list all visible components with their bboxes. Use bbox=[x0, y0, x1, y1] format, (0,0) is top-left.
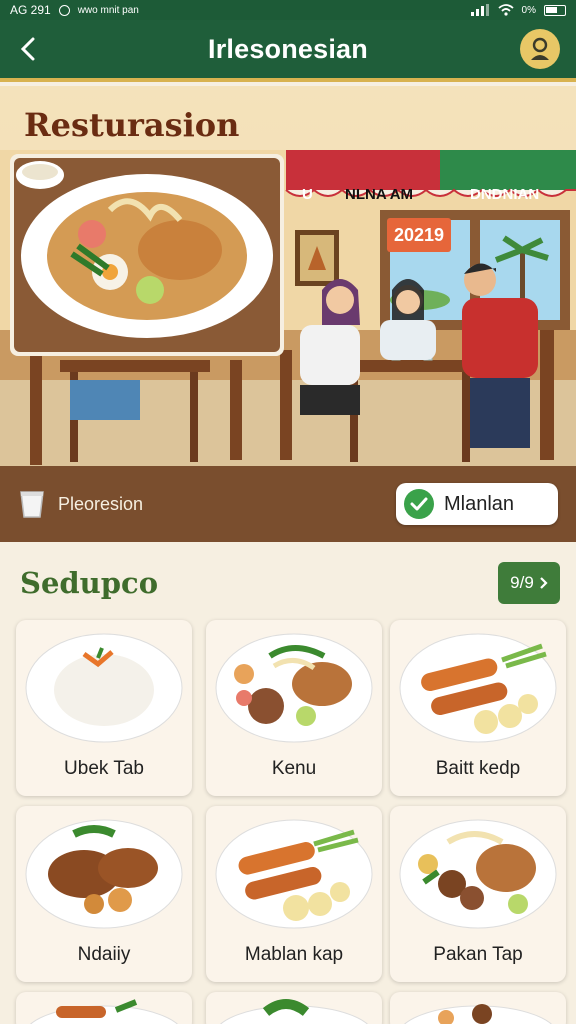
dish-image bbox=[403, 1004, 553, 1024]
hero-bar-label: Pleoresion bbox=[58, 493, 144, 514]
back-arrow-icon bbox=[20, 37, 35, 61]
status-time: AG 291 bbox=[10, 3, 51, 17]
awning-text-left: U bbox=[302, 186, 313, 203]
dish-image bbox=[399, 633, 557, 743]
section-title: Sedupco bbox=[20, 566, 159, 600]
dish-card[interactable]: Mablan kap bbox=[206, 806, 382, 982]
hero-action-bar: Pleoresion Mlanlan bbox=[0, 466, 576, 542]
profile-button[interactable] bbox=[520, 29, 560, 69]
awning-text-middle: NLNA AM bbox=[345, 186, 414, 203]
dish-name: Pakan Tap bbox=[433, 944, 523, 965]
chevron-right-icon bbox=[540, 577, 548, 589]
signal-icon bbox=[470, 4, 489, 16]
pager-label: 9/9 bbox=[510, 573, 534, 592]
dish-card[interactable] bbox=[16, 992, 192, 1024]
dish-name: Kenu bbox=[271, 758, 317, 779]
dish-card[interactable] bbox=[390, 992, 566, 1024]
dish-image bbox=[25, 633, 183, 743]
awning-text-right: DNDNIAN bbox=[470, 186, 540, 203]
sync-icon bbox=[58, 4, 70, 16]
dish-image bbox=[215, 819, 373, 929]
dish-name: Ubek Tab bbox=[64, 758, 144, 779]
dish-card[interactable]: Kenu bbox=[206, 620, 382, 796]
battery-icon bbox=[544, 4, 566, 16]
dish-name: Mablan kap bbox=[244, 944, 344, 965]
status-bar: AG 291 wwo mnit pan 0% bbox=[0, 0, 576, 20]
app-title: Irlesonesian bbox=[208, 33, 368, 64]
menu-button-label: Mlanlan bbox=[444, 492, 515, 515]
back-button[interactable] bbox=[0, 18, 56, 80]
app-bar: Irlesonesian bbox=[0, 20, 576, 82]
dish-image bbox=[29, 999, 179, 1024]
dish-card[interactable]: Pakan Tap bbox=[390, 806, 566, 982]
dish-image bbox=[215, 633, 373, 743]
dish-image bbox=[25, 819, 183, 929]
dish-card[interactable]: Ubek Tab bbox=[16, 620, 192, 796]
dish-image bbox=[219, 999, 369, 1024]
pager-button[interactable]: 9/9 bbox=[498, 562, 560, 604]
wifi-icon bbox=[497, 4, 514, 16]
dish-image bbox=[399, 819, 557, 929]
menu-button[interactable]: Mlanlan bbox=[396, 483, 558, 525]
dish-name: Ndaiiy bbox=[77, 944, 131, 965]
hero-title: Resturasion bbox=[24, 106, 240, 144]
status-carrier: wwo mnit pan bbox=[77, 4, 139, 16]
dish-card[interactable]: Baitt kedp bbox=[390, 620, 566, 796]
dish-card[interactable]: Ndaiiy bbox=[16, 806, 192, 982]
dish-name: Baitt kedp bbox=[435, 758, 521, 779]
cup-icon bbox=[20, 491, 44, 518]
status-battery-text: 0% bbox=[521, 4, 536, 16]
dish-card[interactable] bbox=[206, 992, 382, 1024]
section-header: Sedupco 9/9 bbox=[20, 560, 560, 606]
year-sign: 20219 bbox=[387, 218, 451, 252]
check-icon bbox=[404, 489, 434, 519]
user-icon bbox=[531, 37, 549, 60]
